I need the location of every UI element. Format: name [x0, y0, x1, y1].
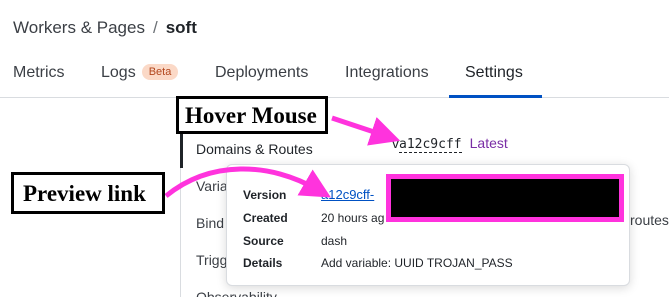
breadcrumb-current: soft [165, 18, 197, 37]
tab-deployments[interactable]: Deployments [215, 64, 308, 82]
tab-integrations[interactable]: Integrations [345, 64, 429, 82]
tab-settings[interactable]: Settings [465, 64, 523, 82]
version-hover-target[interactable]: a12c9cff [399, 137, 462, 153]
popover-source-label: Source [243, 234, 284, 248]
popover-version-label: Version [243, 188, 287, 202]
latest-badge: Latest [469, 135, 508, 151]
tab-metrics[interactable]: Metrics [13, 64, 65, 82]
routes-text: routes [630, 212, 669, 228]
nav-item-variables[interactable]: Varia [196, 178, 228, 194]
active-tab-indicator [449, 95, 542, 98]
popover-version-row: Version a12c9cff- [243, 187, 374, 202]
nav-active-indicator [180, 132, 183, 168]
hover-mouse-callout: Hover Mouse [176, 96, 328, 134]
popover-created-row: Created 20 hours ag [243, 211, 384, 225]
tab-logs[interactable]: Logs Beta [101, 64, 179, 82]
popover-details-row: Details Add variable: UUID TROJAN_PASS [243, 256, 513, 270]
popover-details-value: Add variable: UUID TROJAN_PASS [321, 256, 513, 270]
version-prefix: v [392, 135, 399, 151]
nav-item-bindings[interactable]: Bind [196, 215, 224, 231]
popover-created-label: Created [243, 211, 288, 225]
tab-logs-label: Logs [101, 64, 136, 81]
version-line: va12c9cff Latest [392, 135, 508, 153]
breadcrumb: Workers & Pages / soft [13, 18, 197, 38]
nav-item-triggers[interactable]: Trigg [196, 252, 227, 268]
popover-source-value: dash [321, 234, 348, 248]
popover-details-label: Details [243, 256, 283, 270]
tab-bar: Metrics Logs Beta Deployments Integration… [0, 52, 669, 98]
preview-link[interactable]: a12c9cff- [321, 187, 374, 202]
popover-created-value: 20 hours ag [321, 211, 385, 225]
beta-badge: Beta [141, 64, 179, 80]
nav-item-domains-routes[interactable]: Domains & Routes [196, 141, 313, 157]
preview-link-callout: Preview link [11, 172, 165, 214]
breadcrumb-workers-pages[interactable]: Workers & Pages [13, 18, 145, 38]
redaction-box [386, 174, 624, 222]
popover-source-row: Source dash [243, 234, 347, 248]
nav-item-observability[interactable]: Observability [196, 289, 277, 297]
breadcrumb-separator: / [152, 18, 158, 37]
